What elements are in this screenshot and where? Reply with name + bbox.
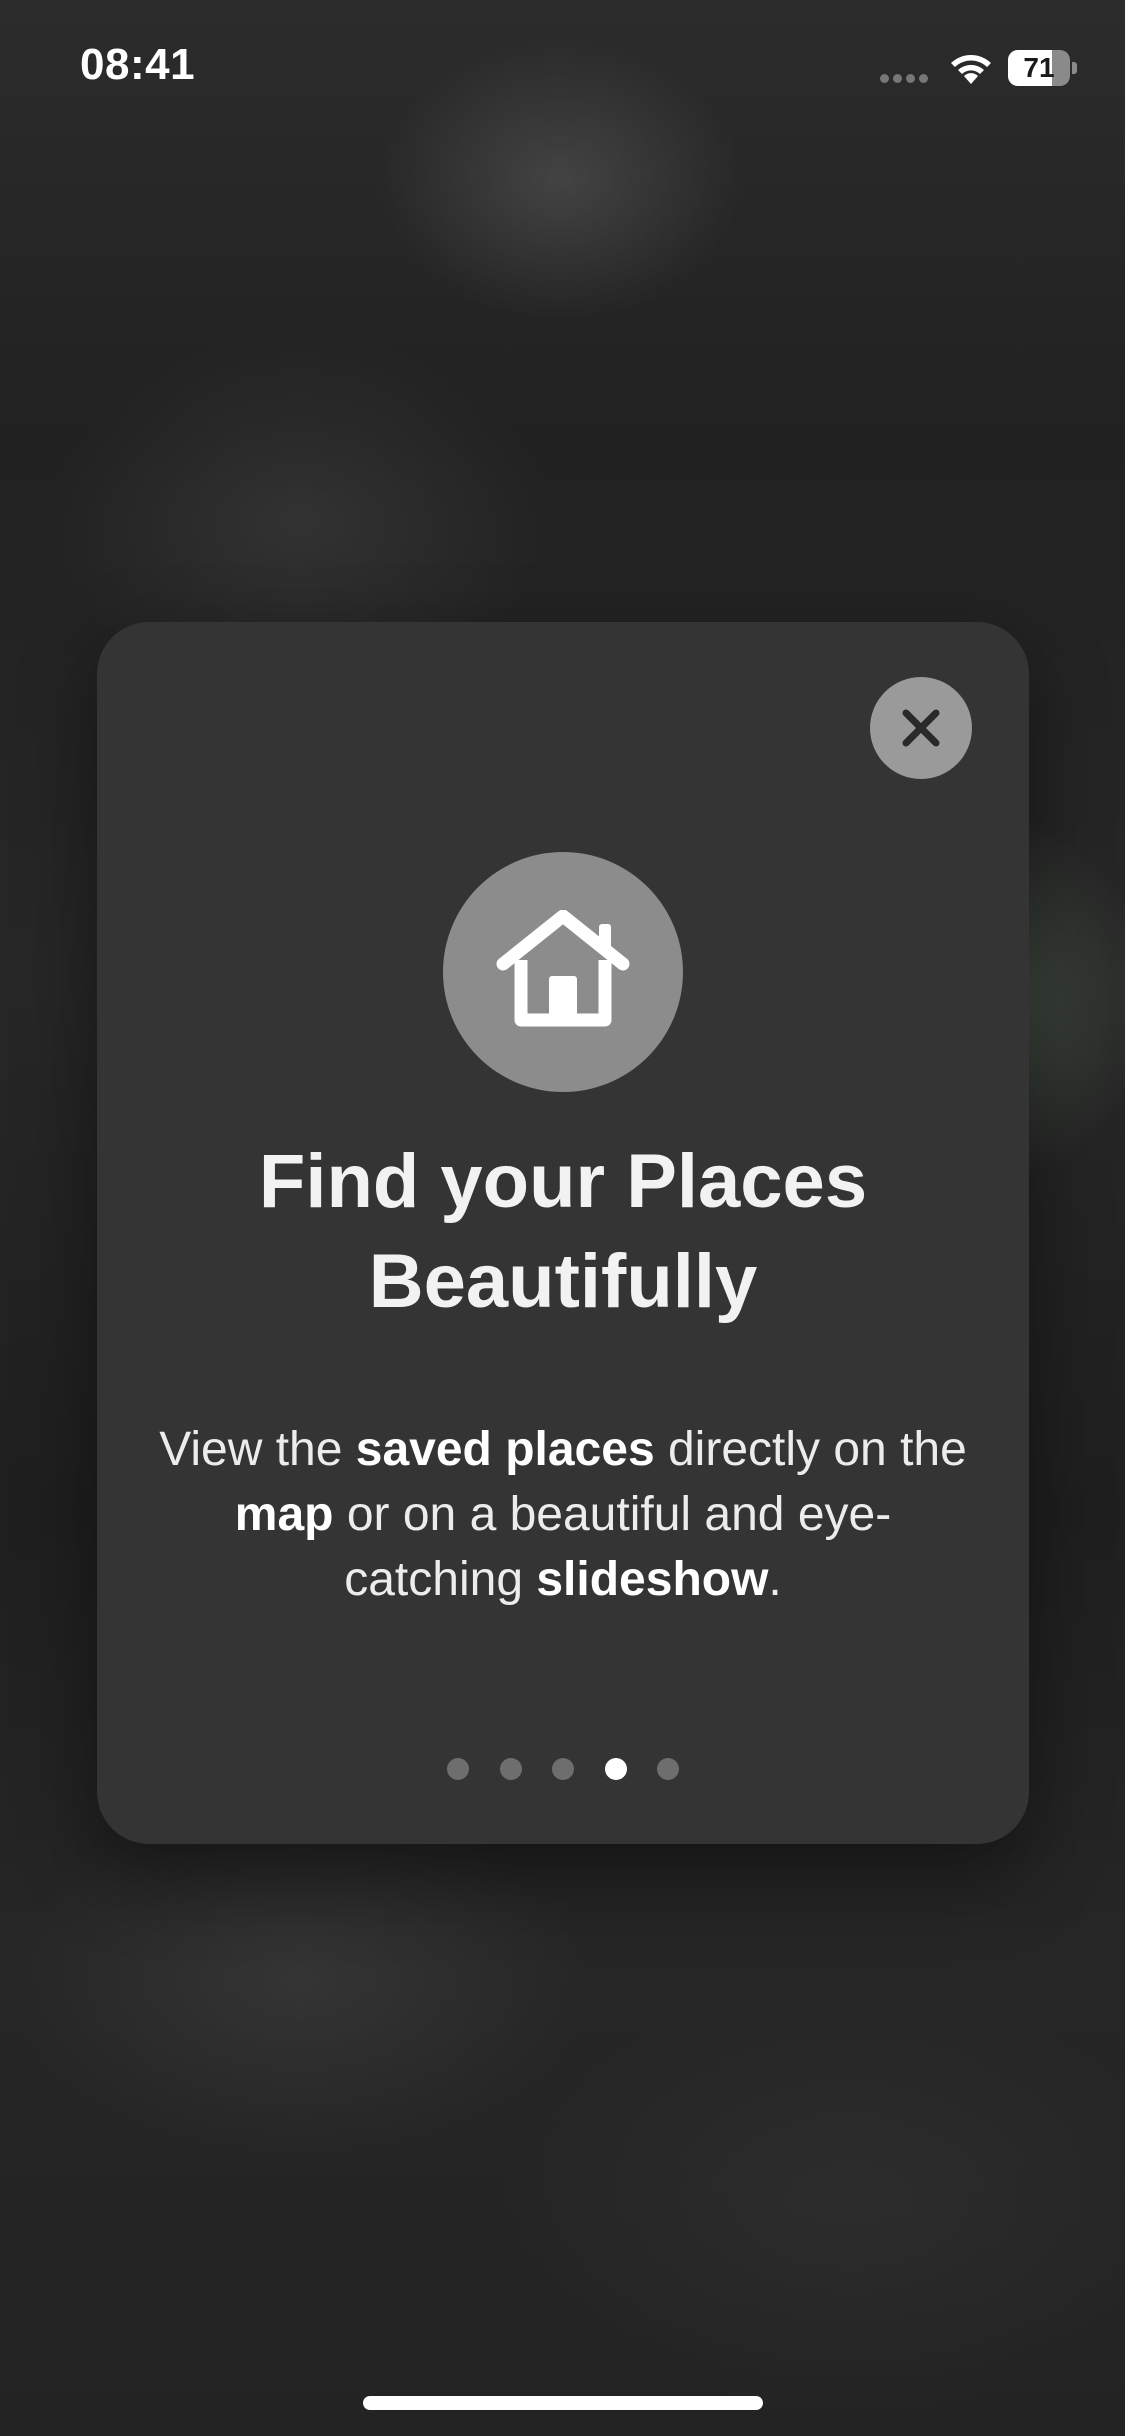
card-title-line1: Find your Places	[258, 1139, 868, 1224]
desc-text: directly on the	[654, 1423, 967, 1476]
onboarding-screen: 08:41 71 Find your Places Beautifully Vi…	[0, 0, 1125, 2436]
home-indicator[interactable]	[363, 2396, 763, 2410]
desc-bold-map: map	[234, 1488, 334, 1541]
status-bar: 08:41 71	[0, 0, 1125, 140]
battery-level: 71	[1023, 52, 1055, 83]
page-dot-3[interactable]	[552, 1758, 574, 1780]
desc-text: View the	[159, 1423, 356, 1476]
status-time: 08:41	[80, 40, 196, 89]
card-title: Find your Places Beautifully	[137, 1132, 989, 1332]
page-dot-4[interactable]	[604, 1758, 627, 1780]
onboarding-card: Find your Places Beautifully View the sa…	[97, 622, 1029, 1844]
desc-bold-slideshow: slideshow	[536, 1553, 769, 1606]
close-button[interactable]	[870, 677, 972, 779]
desc-bold-saved-places: saved places	[355, 1423, 655, 1476]
battery-icon: 71	[1008, 50, 1077, 86]
feature-icon-circle	[443, 852, 683, 1092]
page-dot-1[interactable]	[447, 1758, 469, 1780]
wifi-icon	[948, 50, 994, 86]
cellular-signal-icon	[880, 74, 934, 84]
desc-text: .	[768, 1553, 782, 1606]
page-dot-2[interactable]	[499, 1758, 522, 1780]
page-dot-5[interactable]	[657, 1758, 679, 1780]
close-icon	[902, 709, 940, 747]
card-description: View the saved places directly on the ma…	[157, 1417, 969, 1612]
card-title-line2: Beautifully	[368, 1239, 758, 1324]
house-icon	[496, 910, 630, 1027]
page-indicator	[443, 1758, 683, 1782]
